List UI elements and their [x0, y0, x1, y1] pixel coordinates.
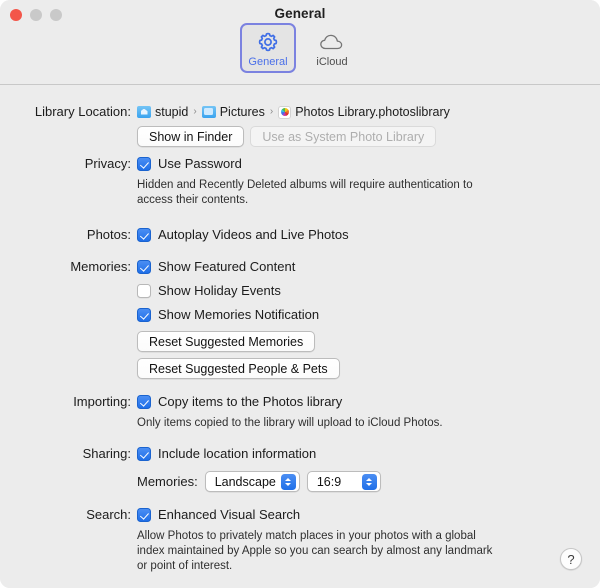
- enhanced-visual-search-checkbox[interactable]: [137, 508, 151, 522]
- autoplay-videos-checkbox[interactable]: [137, 228, 151, 242]
- enhanced-visual-search-checkbox-row[interactable]: Enhanced Visual Search: [137, 507, 499, 524]
- show-in-finder-button[interactable]: Show in Finder: [137, 126, 245, 147]
- sharing-label: Sharing:: [82, 446, 131, 461]
- show-memories-notification-label: Show Memories Notification: [158, 307, 320, 322]
- row-memories: Memories: Show Featured Content Show Hol…: [25, 259, 340, 379]
- library-buttons: Show in Finder Use as System Photo Libra…: [137, 126, 450, 147]
- preferences-toolbar: General iCloud: [0, 23, 600, 73]
- row-photos: Photos: Autoplay Videos and Live Photos: [25, 227, 349, 244]
- row-importing: Importing: Copy items to the Photos libr…: [25, 394, 443, 431]
- memories-orientation-popup[interactable]: Landscape: [204, 471, 300, 492]
- include-location-information-label: Include location information: [158, 446, 317, 461]
- breadcrumb-label-home: stupid: [155, 105, 189, 119]
- show-featured-content-checkbox[interactable]: [137, 260, 151, 274]
- copy-items-to-library-label: Copy items to the Photos library: [158, 394, 343, 409]
- use-password-checkbox-row[interactable]: Use Password: [137, 156, 489, 173]
- breadcrumb-separator-1: ›: [193, 106, 197, 117]
- memories-aspect-ratio-value: 16:9: [316, 474, 342, 489]
- chevron-updown-icon: [280, 474, 296, 490]
- search-label: Search:: [86, 507, 131, 522]
- privacy-hint: Hidden and Recently Deleted albums will …: [137, 179, 473, 206]
- library-path-breadcrumb[interactable]: stupid › Pictures › Photos Library.photo…: [137, 104, 450, 120]
- row-privacy: Privacy: Use Password Hidden and Recentl…: [25, 156, 489, 208]
- show-holiday-events-checkbox[interactable]: [137, 284, 151, 298]
- breadcrumb-item-pictures[interactable]: Pictures: [201, 104, 265, 120]
- home-folder-icon: [137, 106, 151, 118]
- memories-label: Memories:: [70, 259, 131, 274]
- copy-items-checkbox-row[interactable]: Copy items to the Photos library: [137, 394, 443, 411]
- copy-items-to-library-checkbox[interactable]: [137, 395, 151, 409]
- search-hint: Allow Photos to privately match places i…: [137, 530, 493, 572]
- window-title: General: [274, 6, 326, 21]
- show-memories-notification-checkbox[interactable]: [137, 308, 151, 322]
- holiday-events-checkbox-row[interactable]: Show Holiday Events: [137, 283, 340, 300]
- breadcrumb-item-library[interactable]: Photos Library.photoslibrary: [278, 104, 450, 120]
- breadcrumb-label-pictures: Pictures: [219, 105, 265, 119]
- importing-hint: Only items copied to the library will up…: [137, 417, 443, 429]
- preferences-window: General General iCloud Library Location:…: [0, 0, 600, 588]
- row-library-location: Library Location: stupid › Pictures › Ph…: [25, 104, 450, 147]
- privacy-label: Privacy:: [84, 156, 131, 171]
- enhanced-visual-search-label: Enhanced Visual Search: [158, 507, 301, 522]
- preferences-content: Library Location: stupid › Pictures › Ph…: [0, 85, 600, 588]
- row-search: Search: Enhanced Visual Search Allow Pho…: [25, 507, 499, 574]
- reset-suggested-people-pets-button[interactable]: Reset Suggested People & Pets: [137, 358, 340, 379]
- photos-label: Photos:: [86, 227, 131, 242]
- autoplay-checkbox-row[interactable]: Autoplay Videos and Live Photos: [137, 227, 349, 244]
- include-location-checkbox-row[interactable]: Include location information: [137, 446, 381, 463]
- reset-suggested-memories-button[interactable]: Reset Suggested Memories: [137, 331, 316, 352]
- tab-icloud[interactable]: iCloud: [304, 23, 360, 73]
- show-featured-content-label: Show Featured Content: [158, 259, 296, 274]
- breadcrumb-item-home[interactable]: stupid: [137, 104, 188, 120]
- photos-library-icon: [278, 105, 292, 119]
- tab-general[interactable]: General: [240, 23, 296, 73]
- chevron-updown-icon: [361, 474, 377, 490]
- memories-aspect-ratio-popup[interactable]: 16:9: [306, 471, 381, 492]
- cloud-icon: [319, 29, 345, 55]
- use-password-label: Use Password: [158, 156, 242, 171]
- breadcrumb-separator-2: ›: [269, 106, 274, 117]
- memories-orientation-value: Landscape: [214, 474, 276, 489]
- sharing-memories-row: Memories: Landscape 16:9: [137, 471, 381, 492]
- use-password-checkbox[interactable]: [137, 157, 151, 171]
- use-as-system-photo-library-button: Use as System Photo Library: [250, 126, 437, 147]
- tab-general-label: General: [248, 55, 288, 68]
- breadcrumb-label-library: Photos Library.photoslibrary: [295, 105, 450, 119]
- row-sharing: Sharing: Include location information Me…: [25, 446, 381, 492]
- window-titlebar: General General iCloud: [0, 0, 600, 85]
- sharing-memories-label: Memories:: [137, 473, 198, 489]
- help-button[interactable]: ?: [560, 548, 582, 570]
- tab-icloud-label: iCloud: [316, 55, 348, 68]
- show-holiday-events-label: Show Holiday Events: [158, 283, 281, 298]
- featured-content-checkbox-row[interactable]: Show Featured Content: [137, 259, 340, 276]
- importing-label: Importing:: [73, 394, 131, 409]
- gear-icon: [256, 29, 280, 55]
- include-location-information-checkbox[interactable]: [137, 447, 151, 461]
- autoplay-videos-label: Autoplay Videos and Live Photos: [158, 227, 349, 242]
- folder-icon: [201, 106, 216, 118]
- library-location-label: Library Location:: [34, 104, 131, 119]
- memories-notification-checkbox-row[interactable]: Show Memories Notification: [137, 307, 340, 324]
